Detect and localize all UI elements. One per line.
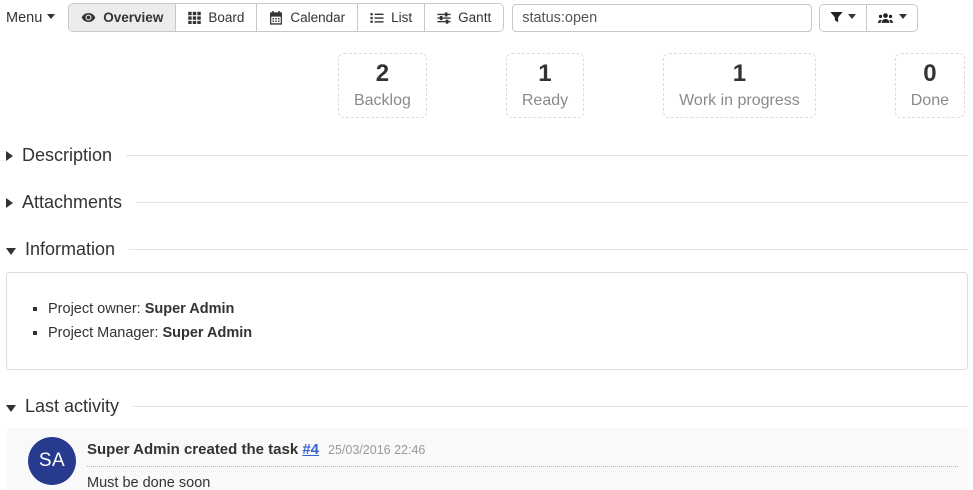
tab-list[interactable]: List [357, 4, 424, 31]
filter-dropdown-button[interactable] [820, 5, 866, 31]
stat-label: Ready [522, 89, 568, 112]
filter-buttons [819, 4, 918, 32]
chevron-right-icon [6, 151, 13, 161]
task-link[interactable]: #4 [302, 441, 319, 458]
info-label: Project owner: [48, 301, 145, 317]
section-title: Attachments [22, 192, 122, 213]
stat-value: 1 [679, 59, 800, 89]
chevron-down-icon [47, 14, 55, 19]
tab-gantt[interactable]: Gantt [424, 4, 503, 31]
stat-value: 0 [911, 59, 949, 89]
tab-label: List [391, 10, 412, 25]
stat-label: Done [911, 89, 949, 112]
menu-label: Menu [6, 10, 42, 26]
section-header-information[interactable]: Information [6, 239, 968, 260]
tab-label: Calendar [290, 10, 345, 25]
list-item: Project Manager: Super Admin [48, 321, 952, 345]
section-title: Last activity [25, 396, 119, 417]
sliders-icon [437, 11, 451, 25]
view-switcher: Overview Board Calendar List Gantt [68, 3, 504, 32]
column-summary: 2 Backlog 1 Ready 1 Work in progress 0 D… [0, 53, 965, 118]
project-info-list: Project owner: Super Admin Project Manag… [22, 297, 952, 345]
info-value: Super Admin [145, 301, 235, 317]
list-icon [370, 11, 384, 25]
info-value: Super Admin [162, 325, 252, 341]
menu-dropdown[interactable]: Menu [6, 10, 55, 26]
activity-event: SA Super Admin created the task #4 25/03/… [6, 428, 968, 490]
section-title: Description [22, 145, 112, 166]
calendar-icon [269, 11, 283, 25]
section-header-attachments[interactable]: Attachments [6, 192, 968, 213]
eye-icon [81, 10, 96, 25]
users-dropdown-button[interactable] [866, 5, 917, 31]
chevron-down-icon [6, 248, 16, 255]
stat-label: Backlog [354, 89, 411, 112]
stat-box-done[interactable]: 0 Done [895, 53, 965, 118]
chevron-down-icon [6, 405, 16, 412]
tab-label: Board [208, 10, 244, 25]
info-label: Project Manager: [48, 325, 162, 341]
chevron-down-icon [899, 14, 907, 19]
activity-comment: Must be done soon [87, 475, 958, 490]
stat-label: Work in progress [679, 89, 800, 112]
list-item: Project owner: Super Admin [48, 297, 952, 321]
toolbar: Menu Overview Board Calendar List Gantt [0, 0, 973, 35]
header-divider [133, 406, 968, 407]
activity-title: Super Admin created the task [87, 441, 302, 458]
tab-board[interactable]: Board [175, 4, 256, 31]
header-divider [126, 155, 968, 156]
activity-timestamp: 25/03/2016 22:46 [328, 443, 425, 457]
grid-icon [188, 11, 201, 24]
chevron-right-icon [6, 198, 13, 208]
tab-calendar[interactable]: Calendar [256, 4, 357, 31]
tab-label: Gantt [458, 10, 491, 25]
header-divider [129, 249, 968, 250]
section-header-last-activity[interactable]: Last activity [6, 396, 968, 417]
tab-label: Overview [103, 10, 163, 25]
section-header-description[interactable]: Description [6, 145, 968, 166]
stat-box-work-in-progress[interactable]: 1 Work in progress [663, 53, 816, 118]
header-divider [136, 202, 968, 203]
activity-content: Super Admin created the task #4 25/03/201… [87, 436, 958, 490]
activity-title-row: Super Admin created the task #4 25/03/201… [87, 441, 958, 467]
tab-overview[interactable]: Overview [69, 4, 175, 31]
search-input[interactable] [512, 4, 812, 32]
stat-box-backlog[interactable]: 2 Backlog [338, 53, 427, 118]
stat-value: 2 [354, 59, 411, 89]
section-title: Information [25, 239, 115, 260]
filter-icon [830, 11, 843, 24]
stat-value: 1 [522, 59, 568, 89]
stat-box-ready[interactable]: 1 Ready [506, 53, 584, 118]
information-panel: Project owner: Super Admin Project Manag… [6, 272, 968, 370]
chevron-down-icon [848, 14, 856, 19]
users-icon [877, 11, 894, 25]
avatar: SA [28, 437, 76, 485]
